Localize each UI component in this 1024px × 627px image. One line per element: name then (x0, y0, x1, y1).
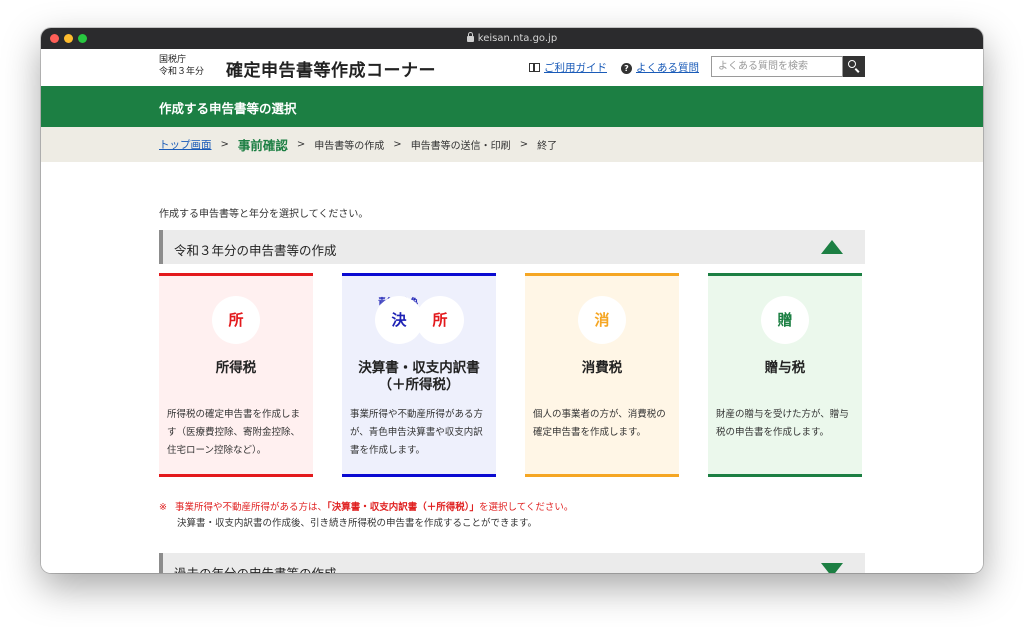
question-icon: ? (621, 63, 632, 74)
collapse-triangle-icon[interactable] (821, 240, 843, 254)
card-title-subtext: （＋所得税） (378, 377, 460, 393)
chevron-right-icon: > (393, 139, 402, 150)
section-title: 令和３年分の申告書等の作成 (174, 243, 337, 258)
current-year-section-header[interactable]: 令和３年分の申告書等の作成 (159, 230, 865, 264)
address-bar[interactable]: keisan.nta.go.jp (41, 31, 983, 46)
agency-name: 国税庁 (159, 55, 187, 65)
guide-link[interactable]: ご利用ガイド (529, 60, 607, 75)
instruction-text: 作成する申告書等と年分を選択してください。 (159, 209, 369, 220)
card-title: 決算書・収支内訳書 （＋所得税） (342, 360, 496, 394)
agency-block: 国税庁 令和３年分 (159, 54, 204, 78)
note-text: を選択してください。 (479, 502, 574, 513)
book-icon (529, 63, 540, 72)
gift-tax-card[interactable]: 贈 贈与税 財産の贈与を受けた方が、贈与税の申告書を作成します。 (708, 273, 862, 477)
search-icon (848, 60, 856, 68)
chevron-right-icon: > (519, 139, 529, 150)
year-label: 令和３年分 (159, 67, 205, 77)
income-tax-card[interactable]: 所 所得税 所得税の確定申告書を作成します（医療費控除、寄附金控除、住宅ローン控… (159, 273, 313, 477)
card-title-text: 贈与税 (764, 360, 806, 376)
card-description: 事業所得や不動産所得がある方が、青色申告決算書や収支内訳書を作成します。 (350, 409, 484, 456)
faq-search-input[interactable] (711, 56, 843, 77)
card-title-text: 決算書・収支内訳書 (358, 360, 480, 376)
card-description: 所得税の確定申告書を作成します（医療費控除、寄附金控除、住宅ローン控除など）。 (167, 409, 301, 456)
section-title: 過去の年分の申告書等の作成 (174, 563, 337, 573)
consumption-tax-badge-icon: 消 (578, 296, 626, 344)
gift-tax-badge-icon: 贈 (761, 296, 809, 344)
breadcrumb: トップ画面 > 事前確認 > 申告書等の作成 > 申告書等の送信・印刷 > 終了 (41, 127, 983, 162)
income-tax-badge-icon: 所 (416, 296, 464, 344)
note-text: 事業所得や不動産所得がある方は、 (174, 502, 327, 513)
url-text: keisan.nta.go.jp (477, 33, 558, 44)
lock-icon (466, 32, 474, 42)
chevron-right-icon: > (296, 139, 306, 150)
note-mark: ※ (159, 502, 167, 513)
card-description: 個人の事業者の方が、消費税の確定申告書を作成します。 (533, 409, 666, 438)
search-button[interactable] (843, 56, 865, 77)
site-title[interactable]: 確定申告書等作成コーナー (226, 56, 436, 81)
card-title: 消費税 (525, 360, 679, 377)
breadcrumb-step-finish: 終了 (537, 141, 558, 152)
card-title: 所得税 (159, 360, 313, 377)
breadcrumb-top-link[interactable]: トップ画面 (159, 137, 212, 152)
card-description: 財産の贈与を受けた方が、贈与税の申告書を作成します。 (716, 409, 849, 438)
card-title-text: 消費税 (581, 360, 623, 376)
expand-triangle-icon[interactable] (821, 563, 843, 573)
chevron-right-icon: > (220, 139, 229, 150)
breadcrumb-step-create: 申告書等の作成 (314, 141, 385, 152)
page-heading-bar: 作成する申告書等の選択 (41, 86, 983, 127)
faq-link[interactable]: ? よくある質問 (621, 60, 699, 75)
browser-window: keisan.nta.go.jp 国税庁 令和３年分 確定申告書等作成コーナー … (41, 28, 983, 573)
breadcrumb-step-send-print: 申告書等の送信・印刷 (410, 141, 511, 152)
consumption-tax-card[interactable]: 消 消費税 個人の事業者の方が、消費税の確定申告書を作成します。 (525, 273, 679, 477)
card-title: 贈与税 (708, 360, 862, 377)
site-header: 国税庁 令和３年分 確定申告書等作成コーナー ご利用ガイド ? よくある質問 (41, 49, 983, 86)
breadcrumb-current-step: 事前確認 (237, 138, 288, 153)
card-title-text: 所得税 (215, 360, 257, 376)
page-content: 国税庁 令和３年分 確定申告書等作成コーナー ご利用ガイド ? よくある質問 作成… (41, 49, 983, 573)
browser-titlebar: keisan.nta.go.jp (41, 28, 983, 49)
note-line-2: 決算書・収支内訳書の作成後、引き続き所得税の申告書を作成することができます。 (177, 518, 538, 529)
note-line-1: ※ 事業所得や不動産所得がある方は、「決算書・収支内訳書（＋所得税）」を選択してく… (159, 500, 573, 516)
selection-note: ※ 事業所得や不動産所得がある方は、「決算書・収支内訳書（＋所得税）」を選択してく… (159, 500, 573, 532)
note-emphasis: 「決算書・収支内訳書（＋所得税）」 (326, 502, 479, 513)
guide-link-label: ご利用ガイド (544, 62, 607, 74)
financial-statement-card[interactable]: 青色 白色 決 所 決算書・収支内訳書 （＋所得税） 事業所得や不動産所得がある… (342, 273, 496, 477)
income-tax-badge-icon: 所 (212, 296, 260, 344)
page-heading: 作成する申告書等の選択 (159, 101, 297, 116)
faq-link-label: よくある質問 (636, 62, 699, 74)
past-years-section-header[interactable]: 過去の年分の申告書等の作成 (159, 553, 865, 573)
